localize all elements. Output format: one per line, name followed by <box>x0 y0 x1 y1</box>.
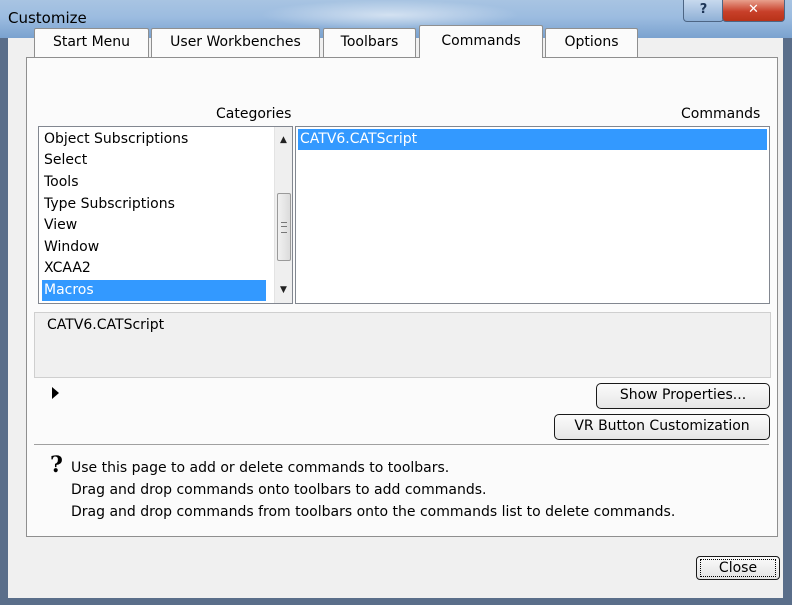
close-icon: ✕ <box>748 2 759 17</box>
question-icon: ? <box>50 452 63 478</box>
tab-label: Commands <box>441 33 521 49</box>
help-line-1: Use this page to add or delete commands … <box>71 460 450 476</box>
close-button[interactable]: Close <box>696 556 780 580</box>
scroll-thumb[interactable] <box>277 193 291 261</box>
help-line-3: Drag and drop commands from toolbars ont… <box>71 504 676 520</box>
tab-start-menu[interactable]: Start Menu <box>34 28 149 57</box>
tab-options[interactable]: Options <box>545 28 638 57</box>
tab-label: User Workbenches <box>170 34 301 50</box>
tab-commands[interactable]: Commands <box>419 25 543 58</box>
categories-list[interactable]: Object Subscriptions Select Tools Type S… <box>38 126 293 304</box>
tab-user-workbenches[interactable]: User Workbenches <box>151 28 320 57</box>
tab-label: Start Menu <box>52 34 131 50</box>
tab-label: Toolbars <box>340 34 399 50</box>
command-description: CATV6.CATScript <box>47 317 165 333</box>
divider <box>34 444 769 445</box>
tab-label: Options <box>564 34 619 50</box>
commands-list[interactable]: CATV6.CATScript <box>295 126 770 304</box>
command-item-selected[interactable]: CATV6.CATScript <box>298 129 767 150</box>
scroll-down-arrow-icon[interactable]: ▼ <box>277 283 290 297</box>
customize-window: Customize ? ✕ Start Menu User Workbenche… <box>0 0 792 605</box>
list-item[interactable]: Tools <box>42 172 269 193</box>
question-icon: ? <box>699 2 708 17</box>
help-button[interactable]: ? <box>683 0 724 22</box>
list-item[interactable]: XCAA2 <box>42 258 269 279</box>
command-description-box: CATV6.CATScript <box>34 312 771 378</box>
list-item[interactable]: Select <box>42 150 269 171</box>
triangle-right-icon[interactable] <box>52 387 59 399</box>
scroll-up-arrow-icon[interactable]: ▲ <box>277 133 290 147</box>
commands-header: Commands <box>681 106 761 122</box>
tab-toolbars[interactable]: Toolbars <box>323 28 416 57</box>
help-line-2: Drag and drop commands onto toolbars to … <box>71 482 487 498</box>
grip-icon <box>281 222 287 233</box>
vr-button-customization-button[interactable]: VR Button Customization <box>554 414 770 440</box>
list-item-selected[interactable]: Macros <box>42 280 266 301</box>
window-close-button[interactable]: ✕ <box>722 0 785 22</box>
window-title: Customize <box>8 9 87 27</box>
close-button-label: Close <box>700 559 776 577</box>
categories-scrollbar[interactable]: ▲ ▼ <box>274 127 292 303</box>
list-item[interactable]: Object Subscriptions <box>42 129 269 150</box>
list-item[interactable]: Window <box>42 237 269 258</box>
categories-header: Categories <box>216 106 292 122</box>
show-properties-button[interactable]: Show Properties... <box>596 383 770 409</box>
list-item[interactable]: View <box>42 215 269 236</box>
list-item[interactable]: Type Subscriptions <box>42 194 269 215</box>
